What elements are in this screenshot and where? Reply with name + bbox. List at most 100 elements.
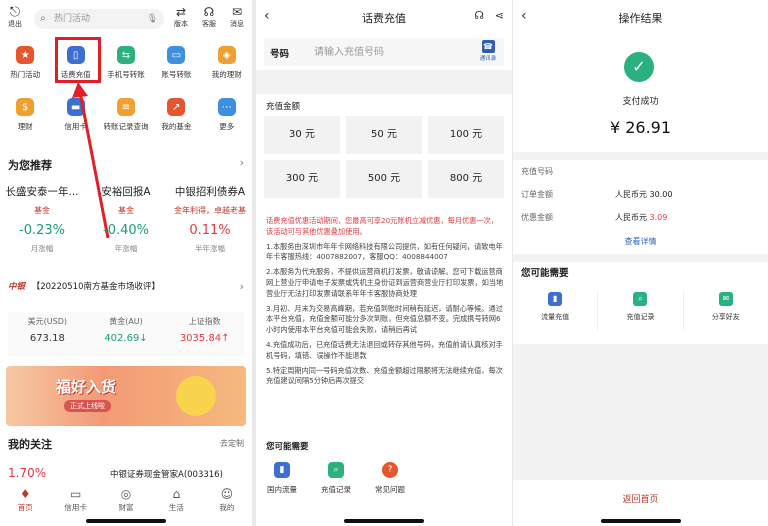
back-home-button[interactable]: 返回首页 — [513, 492, 768, 505]
records-icon: ⌕ — [633, 292, 648, 306]
data-icon: ▮ — [548, 292, 563, 306]
success-check-icon: ✓ — [624, 52, 654, 82]
grid-hot-activity[interactable]: ★ 热门活动 — [0, 46, 50, 80]
message-icon: ✉ — [231, 5, 243, 19]
result-screen: ‹ 操作结果 ✓ 支付成功 ¥ 26.91 充值号码 订单金额 人民币元 30.… — [513, 0, 768, 526]
market-quotes: 美元(USD) 673.18 黄金(AU) 402.69↓ 上证指数 3035.84↑ — [8, 312, 244, 356]
rule-item: 3.月初、月末为交易高峰期，若充值到账时间稍有延迟，请耐心等候。通过本平台充值，… — [266, 303, 503, 335]
amount-option[interactable]: 50 元 — [346, 116, 422, 154]
action-data-traffic[interactable]: ▮ 国内流量 — [262, 462, 302, 495]
logout-button[interactable]: ⎋ 退出 — [4, 6, 26, 29]
rule-item: 4.充值成功后，已充值话费无法退回或转存其他号码，充值前请认真核对手机号码，填错… — [266, 339, 503, 360]
topup-nav-bar: ‹ 话费充值 ☊ ⋖ — [256, 0, 512, 34]
tab-mine[interactable]: ☺ 我的 — [202, 484, 252, 518]
fund-card[interactable]: 中银招利债券A 金年利得，卓越老基 0.11% 半年涨幅 — [168, 184, 252, 254]
bottom-tab-bar: ♦ 首页 ▭ 信用卡 ◎ 财富 ⌂ 生活 ☺ 我的 — [0, 484, 252, 518]
focus-title: 我的关注 — [8, 438, 52, 451]
grid-phone-transfer[interactable]: ⇆ 手机号转账 — [101, 46, 151, 80]
tab-credit-card[interactable]: ▭ 信用卡 — [50, 484, 100, 518]
service-button[interactable]: ☊ 客服 — [198, 6, 220, 29]
focus-fund-name[interactable]: 中银证券现金管家A(003316) — [110, 468, 223, 480]
need-title: 您可能需要 — [521, 268, 569, 279]
payment-status: 支付成功 — [622, 97, 659, 107]
share-icon[interactable]: ⋖ — [495, 9, 504, 22]
divider-band — [513, 254, 768, 262]
wealth-icon: ◎ — [120, 487, 132, 501]
grid-more[interactable]: ⋯ 更多 — [202, 98, 252, 132]
amount-option[interactable]: 300 元 — [264, 160, 340, 198]
more-icon: ⋯ — [217, 98, 236, 116]
phone-number-input[interactable] — [314, 42, 464, 62]
amount-option[interactable]: 30 元 — [264, 116, 340, 154]
contacts-icon: ☎ — [481, 40, 495, 53]
grid-credit-card[interactable]: ▬ 信用卡 — [51, 98, 101, 132]
microphone-icon[interactable]: 🎙 — [147, 9, 158, 29]
quote-usd[interactable]: 美元(USD) 673.18 — [8, 312, 87, 356]
result-nav-bar: ‹ 操作结果 — [513, 0, 768, 34]
action-topup-records[interactable]: ⌕ 充值记录 — [316, 462, 356, 495]
search-icon: ⌕ — [40, 13, 46, 24]
home-top-bar: ⎋ 退出 ⌕ 热门活动 🎙 ⇄ 版本 ☊ 客服 ✉ 消息 — [0, 6, 252, 32]
order-amount-value: 人民币元 30.00 — [615, 190, 673, 199]
service-rules: 话费充值优惠活动期间，您最高可享20元账机立减优惠，每月优惠一次，该活动可与其他… — [266, 216, 504, 391]
tab-wealth[interactable]: ◎ 财富 — [101, 484, 151, 518]
grid-my-funds[interactable]: ↗ 我的基金 — [151, 98, 201, 132]
transfer-icon: ⇆ — [116, 46, 135, 64]
user-icon: ☺ — [220, 487, 234, 501]
version-button[interactable]: ⇄ 版本 — [170, 6, 192, 29]
records-icon: ⌕ — [328, 462, 344, 478]
divider-band — [256, 70, 512, 94]
records-icon: ≡ — [116, 98, 135, 116]
credit-card-icon: ▬ — [66, 98, 85, 116]
messages-button[interactable]: ✉ 消息 — [226, 6, 248, 29]
switch-icon: ⇄ — [175, 5, 187, 19]
view-details-link[interactable]: 查看详情 — [513, 236, 768, 247]
topup-screen: ‹ 话费充值 ☊ ⋖ 号码 ☎ 通讯录 充值金额 30 元 50 元 100 元… — [256, 0, 512, 526]
service-grid-row2: $ 理财 ▬ 信用卡 ≡ 转账记录查询 ↗ 我的基金 ⋯ 更多 — [0, 98, 252, 132]
service-grid-row1: ★ 热门活动 ▯ 话费充值 ⇆ 手机号转账 ▭ 账号转账 ◈ 我的理财 — [0, 46, 252, 80]
fund-list: 长盛安泰一年... 基金 -0.23% 月涨幅 安裕回报A 基金 -0.40% … — [0, 184, 252, 254]
rule-item: 5.特定周期内同一号码充值次数、充值金额超过限额将无法继续充值，每次充值建议间隔… — [266, 365, 503, 386]
wealth-icon: ◈ — [217, 46, 236, 64]
discount-value: 人民币元 3.09 — [615, 213, 668, 222]
amount-option[interactable]: 500 元 — [346, 160, 422, 198]
quote-gold[interactable]: 黄金(AU) 402.69↓ — [87, 312, 166, 356]
tab-life[interactable]: ⌂ 生活 — [151, 484, 201, 518]
grid-finance[interactable]: $ 理财 — [0, 98, 50, 132]
empty-area — [513, 344, 768, 480]
shop-icon: ⌂ — [172, 487, 181, 501]
customize-link[interactable]: 去定制 — [220, 438, 244, 449]
grid-account-transfer[interactable]: ▭ 账号转账 — [151, 46, 201, 80]
fund-card[interactable]: 长盛安泰一年... 基金 -0.23% 月涨幅 — [0, 184, 84, 254]
amount-option[interactable]: 800 元 — [428, 160, 504, 198]
headset-icon[interactable]: ☊ — [474, 9, 484, 22]
grid-my-wealth[interactable]: ◈ 我的理财 — [202, 46, 252, 80]
amount-option[interactable]: 100 元 — [428, 116, 504, 154]
action-topup-records[interactable]: ⌕ 充值记录 — [598, 292, 684, 330]
action-faq[interactable]: ? 常见问题 — [370, 462, 410, 495]
quote-index[interactable]: 上证指数 3035.84↑ — [165, 312, 244, 356]
mascot-image — [176, 376, 216, 416]
home-indicator — [86, 519, 166, 523]
payment-amount: ¥ 26.91 — [609, 118, 672, 137]
phone-label: 号码 — [270, 49, 290, 60]
search-input[interactable]: ⌕ 热门活动 🎙 — [34, 9, 164, 29]
promo-banner[interactable]: 福好入货 正式上线啦 — [6, 366, 246, 426]
fund-card[interactable]: 安裕回报A 基金 -0.40% 年涨幅 — [84, 184, 168, 254]
tab-home[interactable]: ♦ 首页 — [0, 484, 50, 518]
wechat-icon: ✉ — [718, 292, 733, 306]
discount-label: 优惠金额 — [521, 213, 553, 222]
chevron-right-icon[interactable]: › — [240, 156, 244, 169]
action-share-friends[interactable]: ✉ 分享好友 — [684, 292, 768, 330]
fire-icon: ★ — [16, 46, 35, 64]
grid-transfer-records[interactable]: ≡ 转账记录查询 — [101, 98, 151, 132]
logout-icon: ⎋ — [9, 5, 21, 20]
order-amount-label: 订单金额 — [521, 190, 553, 199]
contacts-button[interactable]: ☎ 通讯录 — [476, 40, 500, 62]
news-ticker[interactable]: 中银 【20220510南方基金市场收评】 — [8, 280, 248, 292]
chevron-right-icon[interactable]: › — [240, 280, 244, 293]
amount-title: 充值金额 — [266, 102, 301, 112]
phone-number-label: 充值号码 — [521, 167, 553, 176]
money-bag-icon: $ — [16, 98, 35, 116]
action-data-topup[interactable]: ▮ 流量充值 — [513, 292, 599, 330]
